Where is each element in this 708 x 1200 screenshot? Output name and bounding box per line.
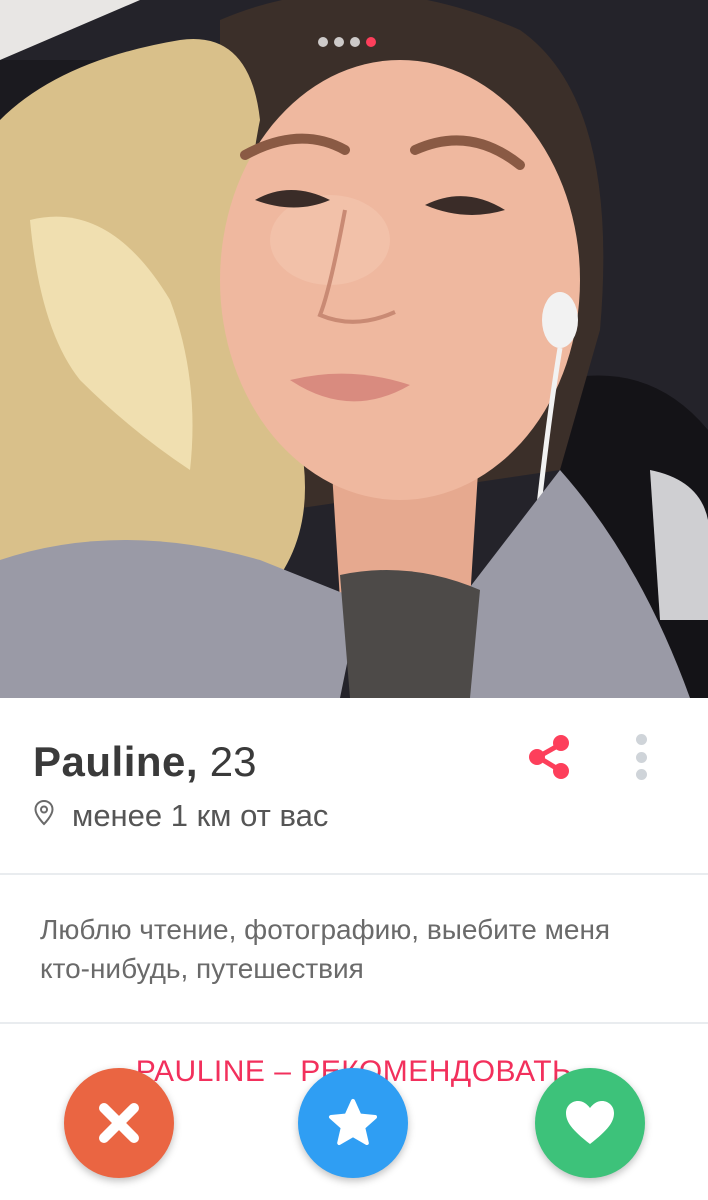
profile-photo[interactable] bbox=[0, 0, 708, 698]
photo-dot[interactable] bbox=[318, 37, 328, 47]
photo-dot[interactable] bbox=[334, 37, 344, 47]
distance-text: менее 1 км от вас bbox=[72, 798, 329, 833]
more-vertical-icon-dot bbox=[635, 769, 647, 780]
distance-row: менее 1 км от вас bbox=[34, 798, 328, 834]
more-vertical-icon-dot bbox=[635, 751, 647, 763]
like-button[interactable] bbox=[535, 1068, 645, 1178]
name-age: Pauline, 23 bbox=[33, 738, 256, 786]
heart-icon bbox=[566, 1101, 614, 1144]
action-bar bbox=[0, 1068, 708, 1180]
photo-pagination bbox=[318, 37, 376, 47]
super-like-button[interactable] bbox=[298, 1068, 408, 1178]
share-button[interactable] bbox=[524, 732, 574, 782]
photo-dot-active[interactable] bbox=[366, 37, 376, 47]
photo-dot[interactable] bbox=[350, 37, 360, 47]
nope-button[interactable] bbox=[64, 1068, 174, 1178]
star-icon bbox=[329, 1099, 377, 1145]
photo-illustration bbox=[0, 0, 708, 698]
profile-name: Pauline, bbox=[33, 738, 199, 785]
profile-bio: Люблю чтение, фотографию, выебите меня к… bbox=[40, 914, 611, 984]
location-pin-icon bbox=[34, 798, 54, 834]
profile-age: 23 bbox=[209, 738, 257, 785]
close-icon bbox=[99, 1103, 139, 1143]
more-vertical-icon bbox=[635, 734, 647, 745]
divider bbox=[0, 1022, 708, 1024]
profile-info: Pauline, 23 менее 1 км от вас bbox=[0, 698, 708, 874]
share-icon bbox=[529, 735, 569, 779]
more-button[interactable] bbox=[629, 732, 653, 782]
divider bbox=[0, 873, 708, 875]
